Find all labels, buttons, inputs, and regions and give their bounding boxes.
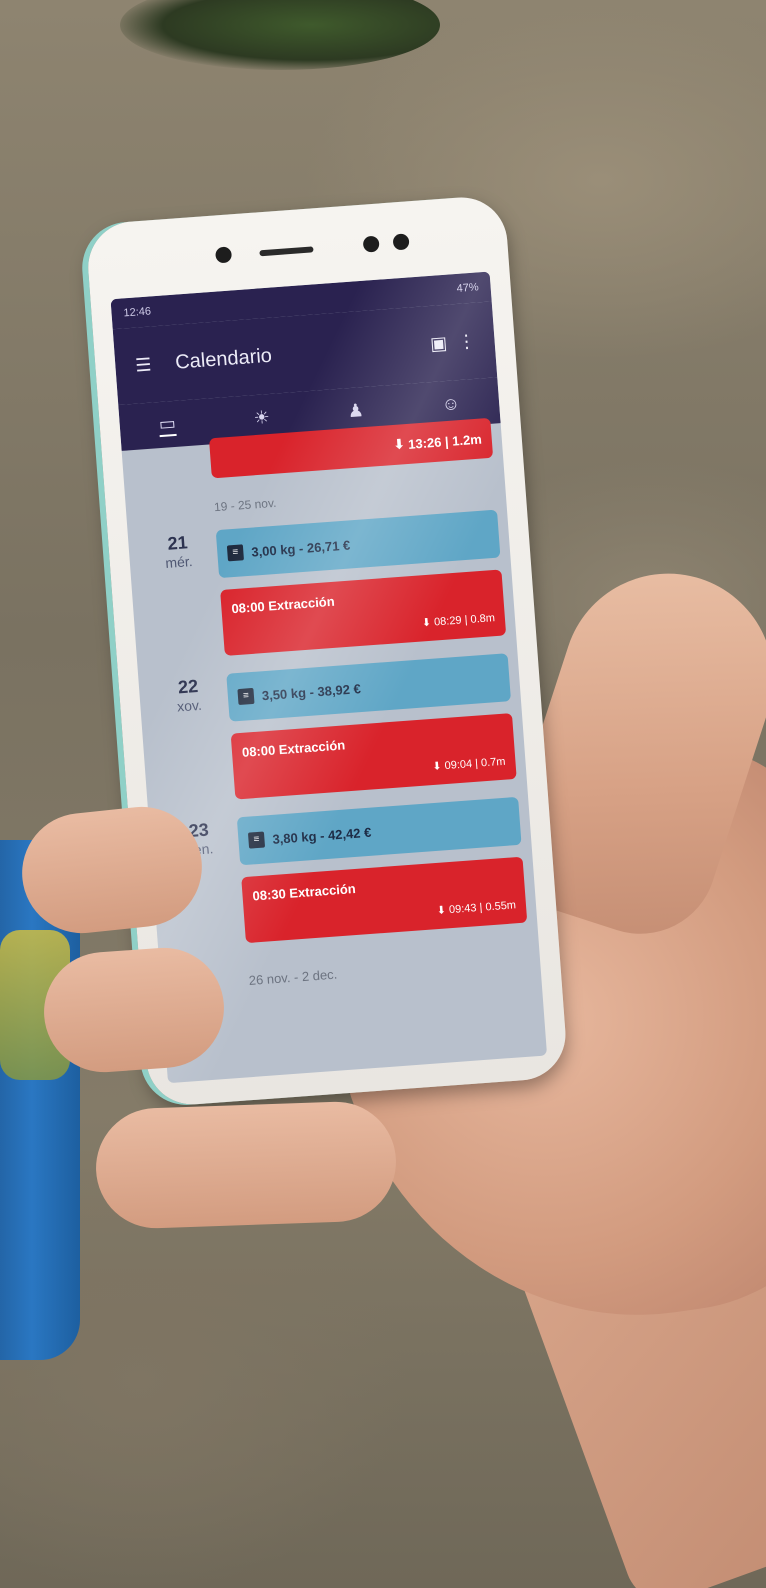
day-label: 21 mér. — [138, 530, 226, 679]
tab-alerts[interactable]: ♟ — [347, 400, 365, 422]
tide-icon: ⬇ — [421, 616, 435, 630]
event-card[interactable]: 08:00 Extracción ⬇ 09:04 | 0.7m — [230, 713, 517, 800]
event-card[interactable]: 08:00 Extracción ⬇ 08:29 | 0.8m — [220, 569, 507, 656]
tab-calendar[interactable]: ▭ — [158, 412, 177, 437]
sun-icon: ☀ — [252, 406, 271, 428]
more-vert-icon[interactable]: ⋮ — [452, 330, 481, 353]
sales-card[interactable]: ≡ 3,00 kg - 26,71 € — [215, 509, 501, 579]
day-events: ≡ 3,00 kg - 26,71 € 08:00 Extracción ⬇ 0… — [215, 509, 508, 674]
receipt-icon: ≡ — [237, 687, 255, 706]
bell-icon: ♟ — [346, 399, 365, 421]
event-title: 08:00 Extracción — [241, 737, 346, 760]
day-row: 21 mér. ≡ 3,00 kg - 26,71 € 08:00 Extrac… — [138, 509, 508, 680]
day-events: ≡ 3,80 kg - 42,42 € 08:30 Extracción ⬇ 0… — [236, 796, 529, 961]
battery-level: 47% — [456, 281, 480, 295]
bush — [120, 0, 440, 70]
person-icon: ☺ — [440, 392, 461, 414]
event-tide-info: 09:43 | 0.55m — [448, 899, 517, 917]
tide-icon: ⬇ — [393, 435, 409, 452]
receipt-icon: ≡ — [247, 831, 266, 849]
day-row: 22 xov. ≡ 3,50 kg - 38,92 € 08:00 Extrac… — [148, 653, 518, 823]
front-camera — [214, 246, 233, 264]
day-label: 22 xov. — [148, 674, 236, 823]
menu-icon[interactable]: ☰ — [129, 354, 158, 377]
photo-background: 12:46 47% ☰ Calendario ▣ ⋮ ▭ ☀ ♟ ☺ ⬇ 13:… — [0, 0, 766, 1588]
tide-icon: ⬇ — [431, 760, 446, 773]
finger — [93, 1099, 399, 1231]
event-title: 08:00 Extracción — [230, 593, 336, 617]
calendar-today-icon[interactable]: ▣ — [424, 332, 453, 355]
sensor — [362, 235, 380, 253]
page-title: Calendario — [174, 344, 273, 374]
event-tide-info: 08:29 | 0.8m — [433, 612, 496, 629]
event-card[interactable]: 08:30 Extracción ⬇ 09:43 | 0.55m — [241, 856, 528, 944]
week-header: 19 - 25 nov. — [213, 495, 277, 515]
day-events: ≡ 3,50 kg - 38,92 € 08:00 Extracción ⬇ 0… — [226, 653, 518, 817]
status-time: 12:46 — [123, 305, 152, 320]
receipt-icon: ≡ — [226, 544, 244, 562]
sensor-2 — [392, 233, 410, 251]
tide-icon: ⬇ — [436, 904, 450, 918]
tab-profile[interactable]: ☺ — [441, 393, 461, 415]
sales-summary: 3,80 kg - 42,42 € — [271, 824, 372, 847]
sales-summary: 3,00 kg - 26,71 € — [250, 536, 351, 560]
earpiece — [259, 246, 314, 257]
tab-weather[interactable]: ☀ — [253, 407, 271, 429]
event-title: 08:30 Extracción — [252, 880, 357, 904]
event-tide-info: 13:26 | 1.2m — [407, 431, 483, 452]
event-tide-info: 09:04 | 0.7m — [444, 755, 506, 773]
day-row: 23 ven. ≡ 3,80 kg - 42,42 € 08:30 Extrac… — [159, 796, 529, 967]
sales-summary: 3,50 kg - 38,92 € — [261, 680, 362, 703]
calendar-icon: ▭ — [158, 412, 177, 434]
